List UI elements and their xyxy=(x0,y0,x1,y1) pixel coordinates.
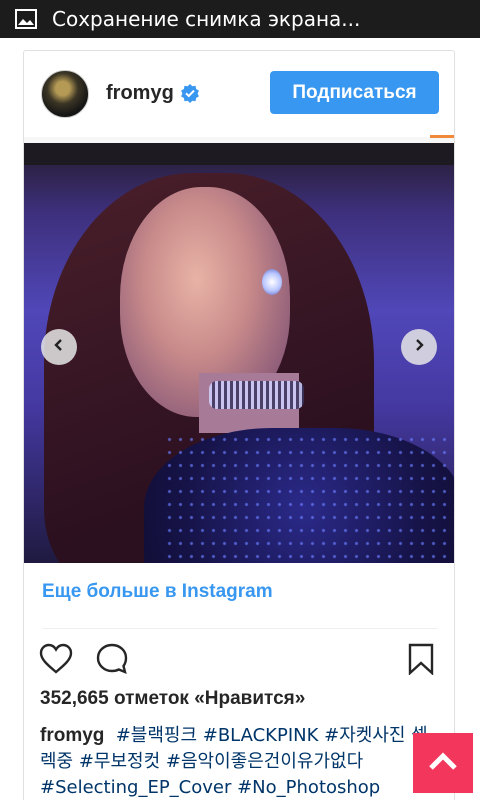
bookmark-icon[interactable] xyxy=(403,641,439,677)
photo-sparkle xyxy=(164,433,454,563)
status-bar: Сохранение снимка экрана... xyxy=(0,0,480,38)
photo-earring xyxy=(262,269,282,295)
scroll-to-top-button[interactable] xyxy=(413,733,473,793)
more-on-instagram-link[interactable]: Еще больше в Instagram xyxy=(42,581,273,603)
chevron-right-icon xyxy=(412,338,426,357)
status-bar-title: Сохранение снимка экрана... xyxy=(52,7,361,31)
post-username[interactable]: fromyg xyxy=(106,82,174,105)
heart-icon[interactable] xyxy=(38,641,74,677)
chevron-left-icon xyxy=(52,338,66,357)
strip-accent xyxy=(430,135,454,138)
carousel-next-button[interactable] xyxy=(401,329,437,365)
post-header: fromyg Подписаться xyxy=(24,51,454,137)
follow-button[interactable]: Подписаться xyxy=(270,71,439,114)
instagram-embed-card: fromyg Подписаться Еще больше в Instagra… xyxy=(23,50,455,800)
likes-count[interactable]: 352,665 отметок «Нравится» xyxy=(40,688,305,710)
image-icon xyxy=(12,5,40,33)
carousel-prev-button[interactable] xyxy=(41,329,77,365)
caption-username[interactable]: fromyg xyxy=(40,725,104,746)
post-photo[interactable] xyxy=(24,143,454,563)
chevron-up-icon xyxy=(428,750,458,777)
post-actions xyxy=(24,641,454,681)
verified-badge-icon xyxy=(180,83,200,103)
divider xyxy=(42,628,438,629)
post-caption: fromyg #블랙핑크 #BLACKPINK #자켓사진 셀렉중 #무보정컷 … xyxy=(40,723,440,800)
photo-dark-band xyxy=(24,143,454,165)
comment-icon[interactable] xyxy=(94,641,130,677)
photo-choker xyxy=(209,381,304,409)
avatar[interactable] xyxy=(41,70,89,118)
